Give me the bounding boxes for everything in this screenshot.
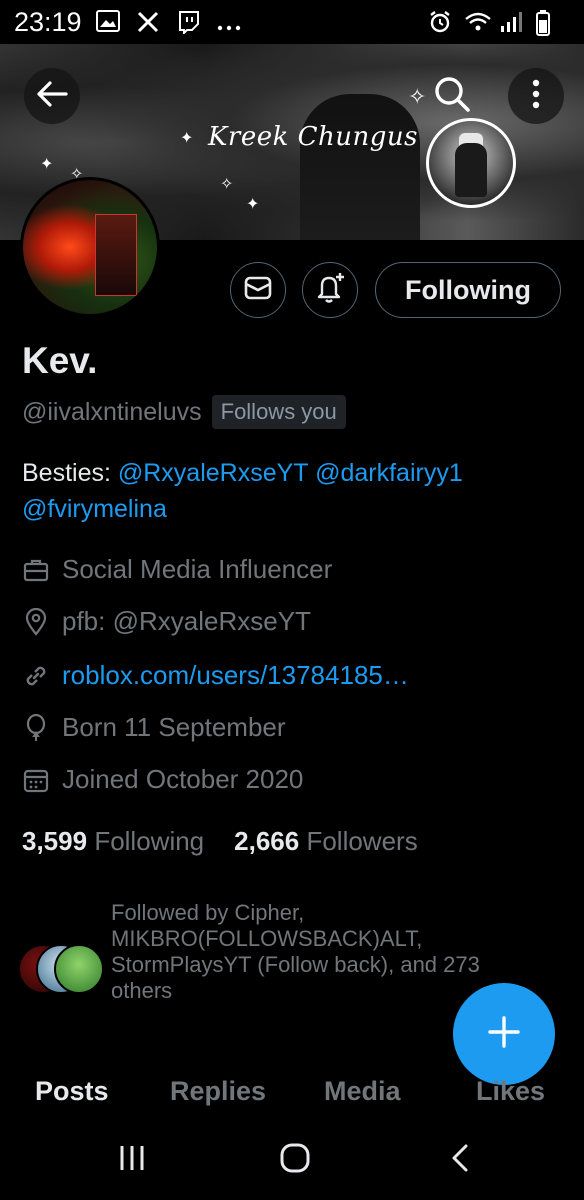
location-text: pfb: @RxyaleRxseYT [62,606,311,636]
status-bar: 23:19 [0,0,584,44]
profile-tabs: Posts Replies Media Likes [0,1076,584,1120]
avatar [54,944,104,994]
sparkle-icon: ✦ [246,196,260,213]
tab-replies[interactable]: Replies [170,1076,266,1107]
following-count: 3,599 [22,826,88,856]
bio-prefix: Besties: [22,459,118,487]
location-row: pfb: @RxyaleRxseYT [22,606,311,637]
bio: Besties: @RxyaleRxseYT @darkfairyy1 @fvi… [22,455,562,527]
follow-stats: 3,599 Following 2,666 Followers [22,826,418,857]
banner-avatar [426,118,516,208]
home-button[interactable] [275,1140,315,1180]
plus-icon [487,1015,521,1054]
category-row: Social Media Influencer [22,554,332,585]
bio-mention-link[interactable]: @RxyaleRxseYT [118,459,308,487]
followed-by-avatars [18,944,108,994]
wifi-icon [464,10,491,34]
nav-back-button[interactable] [440,1140,480,1180]
website-row[interactable]: roblox.com/users/13784185… [22,660,409,691]
recents-icon [117,1144,147,1177]
followers-count: 2,666 [234,826,300,856]
sparkle-icon: ✦ [180,130,194,147]
battery-icon [536,10,562,36]
follows-you-badge: Follows you [211,395,346,429]
back-icon [450,1143,470,1178]
system-nav-bar [0,1120,584,1200]
banner-title: Kreek Chungus [208,122,419,152]
briefcase-icon [22,556,50,584]
status-time: 23:19 [14,6,82,37]
more-vertical-icon [531,79,541,114]
notifications-button[interactable] [302,262,358,318]
back-arrow-icon [36,80,68,113]
tab-posts[interactable]: Posts [35,1076,109,1107]
recents-button[interactable] [112,1140,152,1180]
mail-icon [244,276,272,305]
more-options-button[interactable] [508,68,564,124]
balloon-icon [22,713,50,742]
gallery-icon [95,10,122,34]
search-icon [432,74,472,119]
display-name: Kev. [22,340,98,381]
sparkle-icon: ✧ [220,176,234,193]
followers-label: Followers [306,826,418,856]
link-icon [22,662,50,690]
home-icon [279,1142,311,1179]
joined-row: Joined October 2020 [22,764,303,795]
following-label: Following [94,826,205,856]
sparkle-icon: ✦ [40,156,54,173]
website-link[interactable]: roblox.com/users/13784185… [62,660,409,691]
bell-plus-icon [314,272,346,309]
joined-text: Joined October 2020 [62,764,304,794]
followers-stat[interactable]: 2,666 Followers [234,826,418,857]
handle-row: @iivalxntineluvs Follows you [22,395,346,429]
alarm-icon [428,10,454,34]
back-button[interactable] [24,68,80,124]
x-icon [136,10,162,34]
profile-avatar[interactable] [20,177,160,317]
tab-media[interactable]: Media [324,1076,401,1107]
more-dots-icon [216,10,242,34]
bio-mention-link[interactable]: @fvirymelina [22,495,167,523]
following-button[interactable]: Following [375,262,561,318]
category-text: Social Media Influencer [62,554,333,584]
calendar-icon [22,766,50,794]
twitch-icon [176,10,202,36]
message-button[interactable] [230,262,286,318]
banner-figure [300,94,420,240]
user-handle: @iivalxntineluvs [22,397,202,426]
location-pin-icon [22,607,50,636]
compose-button[interactable] [453,983,555,1085]
birthday-text: Born 11 September [62,712,286,742]
signal-icon [500,10,526,34]
birthday-row: Born 11 September [22,712,286,743]
tab-likes[interactable]: Likes [476,1076,545,1107]
bio-mention-link[interactable]: @darkfairyy1 [315,459,463,487]
search-button[interactable] [424,68,480,124]
following-stat[interactable]: 3,599 Following [22,826,204,857]
